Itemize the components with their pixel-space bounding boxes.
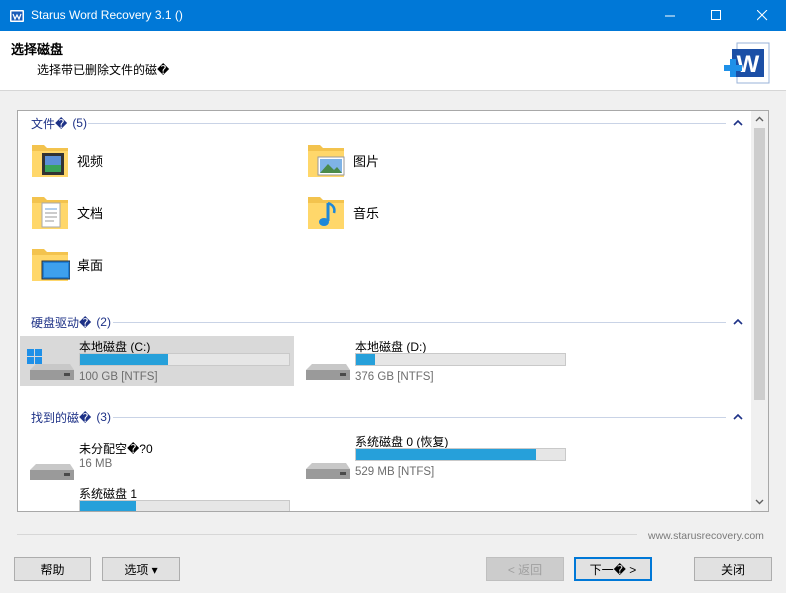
close-window-button[interactable] xyxy=(740,0,786,31)
drive-size: 16 MB xyxy=(79,458,113,470)
maximize-icon xyxy=(711,10,721,20)
folder-item-music[interactable]: 音乐 xyxy=(294,188,564,238)
drive-usage-bar xyxy=(79,353,290,366)
scroll-down-icon[interactable] xyxy=(755,497,764,506)
help-button[interactable]: 帮助 xyxy=(14,557,91,581)
options-button[interactable]: 选项 ▾ xyxy=(102,557,180,581)
system-drive-icon xyxy=(27,349,74,380)
back-button[interactable]: < 返回 xyxy=(486,557,564,581)
drive-usage-bar xyxy=(355,353,566,366)
folder-label: 图片 xyxy=(353,154,380,169)
found-disk-unallocated[interactable]: 未分配空�?0 16 MB xyxy=(20,436,294,486)
drive-item-d[interactable]: 本地磁盘 (D:) 376 GB [NTFS] xyxy=(296,336,570,386)
footer-divider xyxy=(17,534,637,535)
found-disks-group-header[interactable]: 找到的磁� (3) xyxy=(31,410,111,425)
drive-name: 未分配空�?0 xyxy=(79,442,153,456)
vertical-scrollbar[interactable] xyxy=(751,111,768,511)
collapse-drives-icon[interactable] xyxy=(733,318,743,326)
drive-usage-bar xyxy=(79,500,290,511)
drive-size: 529 MB [NTFS] xyxy=(355,466,435,478)
folder-label: 桌面 xyxy=(77,258,104,273)
hard-drive-icon xyxy=(306,463,350,479)
maximize-button[interactable] xyxy=(694,0,740,31)
minimize-icon xyxy=(665,15,675,17)
minimize-button[interactable] xyxy=(648,0,694,31)
found-disk-system-1[interactable]: 系统磁盘 1 xyxy=(20,483,294,512)
hard-drive-icon xyxy=(306,364,350,380)
folder-label: 文档 xyxy=(77,206,104,221)
documents-folder-icon xyxy=(32,197,68,229)
scroll-thumb[interactable] xyxy=(754,128,765,400)
next-button[interactable]: 下一� > xyxy=(574,557,652,581)
title-bar: Starus Word Recovery 3.1 () xyxy=(0,0,786,31)
music-folder-icon xyxy=(308,197,344,229)
website-label: www.starusrecovery.com xyxy=(648,530,764,542)
hard-drive-icon xyxy=(30,464,74,480)
drive-item-c[interactable]: 本地磁盘 (C:) 100 GB [NTFS] xyxy=(20,336,294,386)
word-recovery-logo-icon: W xyxy=(724,42,770,84)
hard-drive-icon xyxy=(26,495,74,512)
collapse-found-icon[interactable] xyxy=(733,413,743,421)
drive-size: 100 GB [NTFS] xyxy=(79,371,158,383)
wizard-header: 选择磁盘 选择带已删除文件的磁� W xyxy=(0,31,786,91)
video-folder-icon xyxy=(32,145,68,177)
drive-size: 376 GB [NTFS] xyxy=(355,371,434,383)
app-icon xyxy=(10,10,24,22)
folder-item-documents[interactable]: 文档 xyxy=(18,188,288,238)
folder-item-video[interactable]: 视频 xyxy=(18,136,288,186)
close-icon xyxy=(757,10,768,21)
collapse-folders-icon[interactable] xyxy=(733,119,743,127)
folder-item-pictures[interactable]: 图片 xyxy=(294,136,564,186)
folders-group-header[interactable]: 文件� (5) xyxy=(31,116,87,131)
folder-item-desktop[interactable]: 桌面 xyxy=(18,240,288,290)
close-button[interactable]: 关闭 xyxy=(694,557,772,581)
page-subtitle: 选择带已删除文件的磁� xyxy=(37,63,170,77)
scroll-up-icon[interactable] xyxy=(755,115,764,124)
pictures-folder-icon xyxy=(308,145,345,177)
svg-text:W: W xyxy=(737,51,760,78)
window-title: Starus Word Recovery 3.1 () xyxy=(31,8,183,22)
drive-usage-bar xyxy=(355,448,566,461)
found-disk-system-0[interactable]: 系统磁盘 0 (恢复) 529 MB [NTFS] xyxy=(296,431,570,481)
page-title: 选择磁盘 xyxy=(11,42,64,57)
drives-group-header[interactable]: 硬盘驱动� (2) xyxy=(31,315,111,330)
disk-list-panel: 文件� (5) 视频 图片 文档 音乐 桌面 硬盘驱动� (2) 本地磁盘 (C… xyxy=(17,110,769,512)
folder-label: 视频 xyxy=(77,154,104,169)
desktop-folder-icon xyxy=(32,249,70,281)
folder-label: 音乐 xyxy=(353,206,380,221)
